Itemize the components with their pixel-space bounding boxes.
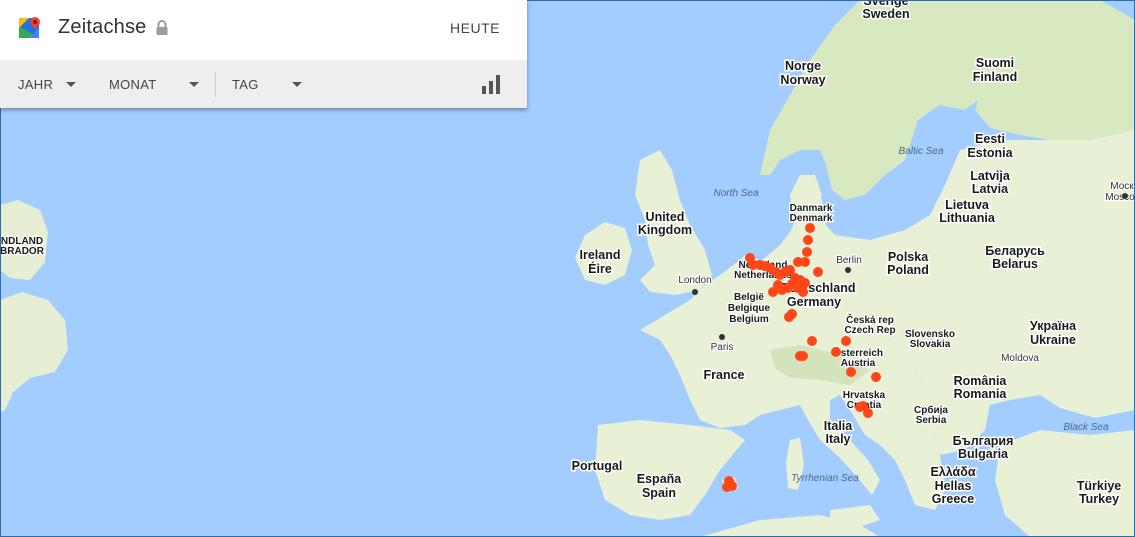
location-marker[interactable]: [793, 257, 803, 267]
label-denmark: Denmark: [790, 213, 833, 224]
location-marker[interactable]: [805, 223, 815, 233]
location-marker[interactable]: [863, 408, 873, 418]
location-marker[interactable]: [798, 351, 808, 361]
month-dropdown[interactable]: MONAT: [109, 60, 209, 108]
label-black-sea: Black Sea: [1063, 422, 1108, 433]
label-romania: Romania: [954, 387, 1008, 401]
label-belgie: België: [734, 292, 764, 303]
location-marker[interactable]: [813, 267, 823, 277]
label-uk-line2: Kingdom: [638, 223, 692, 237]
label-belgique: Belgique: [728, 303, 771, 314]
year-dropdown[interactable]: JAHR: [18, 60, 88, 108]
timeline-title: Zeitachse: [58, 16, 147, 38]
label-slovakia: Slovakia: [910, 339, 951, 350]
label-paris: Paris: [711, 342, 734, 353]
lock-icon: [156, 20, 168, 35]
timeline-header: Zeitachse HEUTE: [0, 0, 527, 60]
label-latvia: Latvia: [972, 182, 1009, 196]
label-czech: Czech Rep: [844, 325, 895, 336]
google-maps-icon: [19, 17, 40, 38]
label-italia: Italia: [824, 419, 854, 433]
location-marker[interactable]: [803, 235, 813, 245]
filter-divider: [215, 72, 216, 97]
label-estonia: Estonia: [967, 146, 1013, 160]
label-berlin: Berlin: [836, 255, 862, 266]
city-dot-berlin: [845, 267, 851, 273]
label-hellas-native: Ελλάδα: [930, 465, 975, 479]
label-germany: Germany: [787, 295, 841, 309]
location-marker[interactable]: [855, 402, 865, 412]
label-hellas: Hellas: [935, 479, 972, 493]
chevron-down-icon: [292, 82, 302, 87]
label-latvija: Latvija: [970, 169, 1011, 183]
label-ukraina: Україна: [1030, 319, 1077, 333]
city-dot-moscow: [1122, 193, 1128, 199]
location-marker[interactable]: [768, 287, 778, 297]
label-espana: España: [637, 472, 683, 486]
chevron-down-icon: [66, 82, 76, 87]
label-norway: Norway: [780, 73, 825, 87]
location-marker[interactable]: [831, 347, 841, 357]
timeline-panel: Zeitachse HEUTE JAHR MONAT TAG: [0, 0, 527, 108]
chevron-down-icon: [189, 82, 199, 87]
location-marker[interactable]: [798, 287, 808, 297]
label-lithuania: Lithuania: [939, 211, 996, 225]
label-ukraine: Ukraine: [1030, 333, 1076, 347]
location-marker[interactable]: [784, 312, 794, 322]
label-eesti: Eesti: [975, 132, 1005, 146]
label-romania-native: România: [954, 374, 1008, 388]
label-ireland: Ireland: [580, 248, 621, 262]
label-portugal: Portugal: [572, 459, 623, 473]
label-labrador: BRADOR: [0, 246, 45, 257]
label-italy: Italy: [825, 432, 850, 446]
location-marker[interactable]: [871, 372, 881, 382]
location-marker[interactable]: [841, 336, 851, 346]
date-filters: JAHR MONAT TAG: [0, 60, 527, 108]
label-austria: Austria: [841, 358, 876, 369]
label-finland: Finland: [973, 70, 1017, 84]
label-belgium: Belgium: [729, 314, 769, 325]
bar-chart-icon[interactable]: [480, 74, 502, 94]
location-marker[interactable]: [846, 367, 856, 377]
label-france: France: [704, 368, 745, 382]
label-bulgaria: Bulgaria: [958, 447, 1009, 461]
year-dropdown-label: JAHR: [18, 77, 54, 92]
today-button[interactable]: HEUTE: [450, 20, 500, 36]
label-serbia: Serbia: [916, 415, 947, 426]
month-dropdown-label: MONAT: [109, 77, 157, 92]
label-greece: Greece: [932, 492, 974, 506]
city-dot-paris: [719, 334, 725, 340]
label-bulgaria-native: България: [953, 434, 1014, 448]
day-dropdown[interactable]: TAG: [232, 60, 312, 108]
label-suomi: Suomi: [976, 56, 1014, 70]
location-marker[interactable]: [802, 247, 812, 257]
label-moscow: Mosco: [1105, 192, 1135, 203]
label-spain: Spain: [642, 486, 676, 500]
label-uk-line1: United: [646, 210, 685, 224]
day-dropdown-label: TAG: [232, 77, 259, 92]
label-moldova: Moldova: [1001, 353, 1039, 364]
city-dot-london: [692, 289, 698, 295]
label-norge: Norge: [785, 59, 821, 73]
label-poland: Poland: [887, 263, 929, 277]
label-north-sea: North Sea: [713, 188, 758, 199]
label-eire: Éire: [588, 261, 612, 276]
location-marker[interactable]: [807, 336, 817, 346]
label-polska: Polska: [888, 250, 929, 264]
label-lietuva: Lietuva: [945, 198, 990, 212]
label-london: London: [678, 275, 711, 286]
label-turkiye: Türkiye: [1077, 479, 1122, 493]
label-belarus-native: Беларусь: [985, 244, 1045, 258]
label-belarus: Belarus: [992, 257, 1038, 271]
label-tyrrhenian: Tyrrhenian Sea: [791, 473, 859, 484]
label-sweden: Sweden: [862, 7, 909, 21]
label-turkey: Turkey: [1079, 492, 1119, 506]
location-marker[interactable]: [722, 482, 732, 492]
label-baltic-sea: Baltic Sea: [898, 146, 943, 157]
label-moscow-native: Моск: [1110, 181, 1134, 192]
